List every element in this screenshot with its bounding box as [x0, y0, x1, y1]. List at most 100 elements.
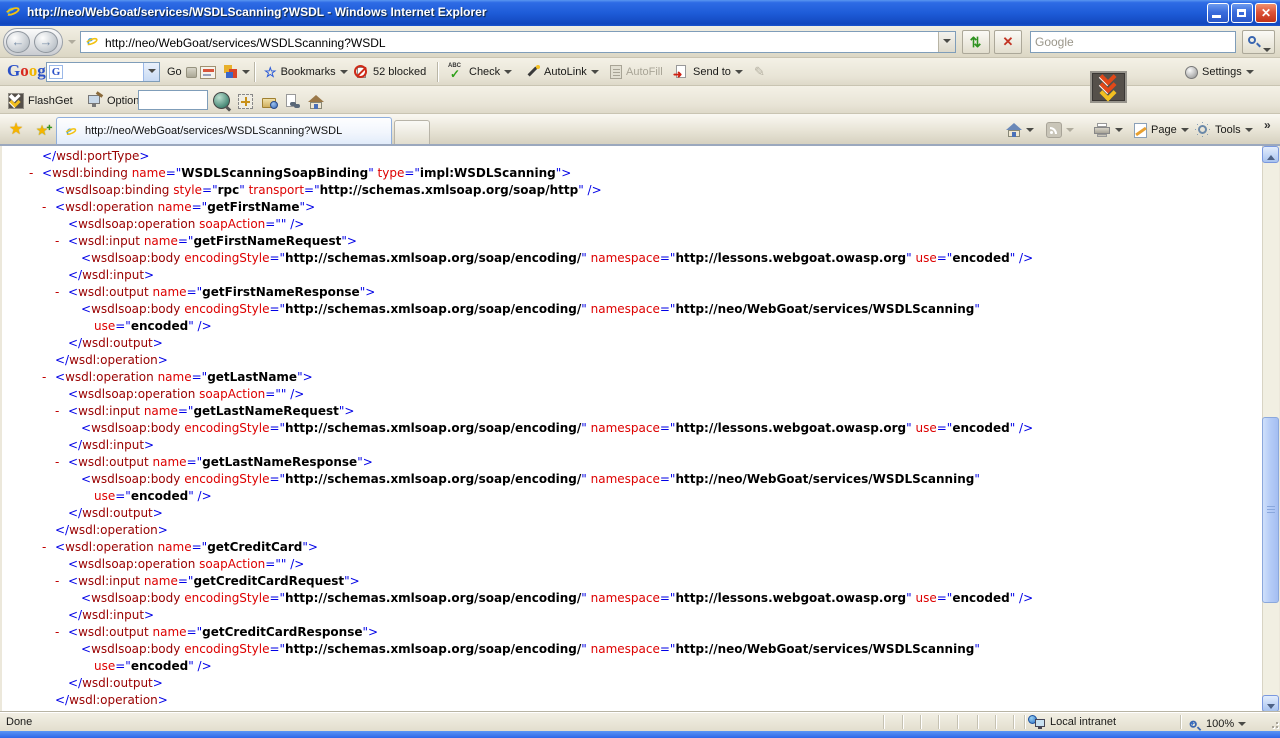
- xml-line: -<wsdl:output name="getLastNameResponse"…: [2, 454, 1262, 471]
- page-content: </wsdl:portType>-<wsdl:binding name="WSD…: [2, 146, 1262, 712]
- xml-line: -<wsdl:output name="getFirstNameResponse…: [2, 284, 1262, 301]
- xml-line: -<wsdl:operation name="getLastName">: [2, 369, 1262, 386]
- address-field[interactable]: e http://neo/WebGoat/services/WSDLScanni…: [80, 31, 956, 53]
- page-menu-button[interactable]: Page: [1134, 119, 1189, 141]
- spellcheck-icon: ABC✓: [448, 64, 465, 80]
- search-input[interactable]: [1031, 32, 1235, 52]
- news-icon[interactable]: [198, 62, 218, 82]
- spellcheck-button[interactable]: ABC✓ Check: [446, 62, 514, 82]
- print-button[interactable]: [1094, 119, 1123, 141]
- folder-globe-icon: [262, 96, 278, 109]
- tab-favicon: e: [65, 126, 79, 139]
- toolbar-separator: [254, 62, 256, 82]
- collapse-toggle[interactable]: -: [29, 165, 42, 182]
- taskbar-edge: [0, 731, 1280, 738]
- tab-active[interactable]: e http://neo/WebGoat/services/WSDLScanni…: [56, 117, 392, 144]
- xml-line: </wsdl:portType>: [2, 148, 1262, 165]
- popup-blocker-button[interactable]: 52 blocked: [352, 62, 428, 82]
- collapse-toggle[interactable]: -: [55, 403, 68, 420]
- flashget-url-input[interactable]: [138, 90, 208, 110]
- popup-blocked-icon: [354, 65, 369, 80]
- collapse-toggle[interactable]: -: [55, 573, 68, 590]
- flashget-search-button[interactable]: [211, 90, 232, 110]
- scroll-down-button[interactable]: [1262, 695, 1279, 712]
- stop-button[interactable]: ✕: [994, 30, 1022, 54]
- collapse-toggle[interactable]: -: [55, 284, 68, 301]
- xml-line: <wsdlsoap:body encodingStyle="http://sch…: [2, 250, 1262, 267]
- resize-grip[interactable]: [1268, 718, 1278, 728]
- xml-line: <wsdlsoap:operation soapAction="" />: [2, 216, 1262, 233]
- ie-logo-icon[interactable]: e: [5, 4, 22, 20]
- site-explorer-button[interactable]: [260, 92, 280, 112]
- download-all-button[interactable]: [236, 91, 255, 111]
- flashget-icon: [8, 93, 24, 109]
- xml-line: -<wsdl:binding name="WSDLScanningSoapBin…: [2, 165, 1262, 182]
- google-g-icon: G: [49, 65, 63, 79]
- add-favorite-button[interactable]: ★+: [30, 119, 54, 141]
- highlight-pen-button[interactable]: ✎: [752, 62, 767, 82]
- google-search-combo[interactable]: G: [46, 62, 160, 82]
- status-text: Done: [6, 716, 32, 728]
- refresh-button[interactable]: ⇄: [962, 30, 990, 54]
- search-icon: [1247, 35, 1261, 49]
- browser-window: e http://neo/WebGoat/services/WSDLScanni…: [0, 0, 1280, 738]
- security-zone[interactable]: Local intranet: [1028, 715, 1116, 729]
- forward-button[interactable]: →: [34, 31, 58, 53]
- back-button[interactable]: ←: [6, 31, 30, 53]
- collapse-toggle[interactable]: -: [55, 454, 68, 471]
- minimize-button[interactable]: [1207, 3, 1229, 23]
- search-go-button[interactable]: [1242, 30, 1275, 54]
- home-button[interactable]: [1006, 119, 1034, 141]
- collapse-toggle[interactable]: -: [42, 199, 55, 216]
- scroll-up-button[interactable]: [1262, 146, 1279, 163]
- settings-button[interactable]: Settings: [1183, 62, 1256, 82]
- local-intranet-icon: [1028, 715, 1045, 729]
- favorites-star-icon: ★: [9, 121, 23, 138]
- collapse-toggle[interactable]: -: [55, 624, 68, 641]
- flashget-home-button[interactable]: [306, 92, 326, 112]
- autolink-wand-icon: [526, 65, 540, 79]
- bookmarks-button[interactable]: ☆ Bookmarks: [262, 62, 350, 82]
- pencil-icon: ✎: [754, 64, 765, 80]
- send-to-button[interactable]: ➜ Send to: [672, 62, 745, 82]
- download-link-button[interactable]: [284, 91, 302, 111]
- page-link-icon: [286, 94, 300, 109]
- options-monitor-icon: [88, 94, 103, 108]
- collapse-toggle[interactable]: -: [55, 233, 68, 250]
- address-url: http://neo/WebGoat/services/WSDLScanning…: [105, 36, 386, 50]
- restore-button[interactable]: [1231, 3, 1253, 23]
- page-icon: [1134, 123, 1147, 138]
- xml-line: -<wsdl:input name="getCreditCardRequest"…: [2, 573, 1262, 590]
- toolbar-overflow-button[interactable]: »: [1264, 114, 1271, 136]
- collapse-toggle[interactable]: -: [42, 539, 55, 556]
- new-tab-stub[interactable]: [394, 120, 430, 144]
- feeds-button[interactable]: [1046, 119, 1074, 141]
- live-search-box[interactable]: [1030, 31, 1236, 53]
- xml-line: </wsdl:output>: [2, 675, 1262, 692]
- capture-crosshair-icon: [238, 94, 253, 109]
- xml-line: use="encoded" />: [2, 318, 1262, 335]
- status-bar: Done Local intranet + 100%: [0, 712, 1280, 731]
- google-go-button[interactable]: Go: [165, 62, 184, 82]
- xml-line: <wsdlsoap:operation soapAction="" />: [2, 556, 1262, 573]
- bookmarks-star-icon: ☆: [264, 64, 277, 81]
- collapse-toggle[interactable]: -: [42, 369, 55, 386]
- close-button[interactable]: ✕: [1255, 3, 1277, 23]
- vertical-scrollbar[interactable]: [1262, 146, 1279, 712]
- title-bar: e http://neo/WebGoat/services/WSDLScanni…: [0, 0, 1280, 26]
- address-dropdown[interactable]: [938, 32, 955, 52]
- favorites-center-button[interactable]: ★: [4, 119, 28, 141]
- highlighter-icon[interactable]: [222, 62, 252, 82]
- recent-pages-dropdown[interactable]: [68, 40, 76, 44]
- scrollbar-thumb[interactable]: [1262, 417, 1279, 603]
- xml-line: -<wsdl:input name="getLastNameRequest">: [2, 403, 1262, 420]
- tools-menu-button[interactable]: Tools: [1196, 119, 1253, 141]
- pagerank-icon[interactable]: [184, 62, 199, 82]
- autofill-button[interactable]: AutoFill: [608, 62, 665, 82]
- flashget-button[interactable]: FlashGet: [6, 91, 75, 111]
- google-search-dropdown[interactable]: [143, 63, 159, 81]
- autolink-button[interactable]: AutoLink: [524, 62, 601, 82]
- xml-line: use="encoded" />: [2, 658, 1262, 675]
- flashget-logo[interactable]: [1090, 71, 1127, 103]
- zoom-dropdown[interactable]: [1238, 722, 1246, 726]
